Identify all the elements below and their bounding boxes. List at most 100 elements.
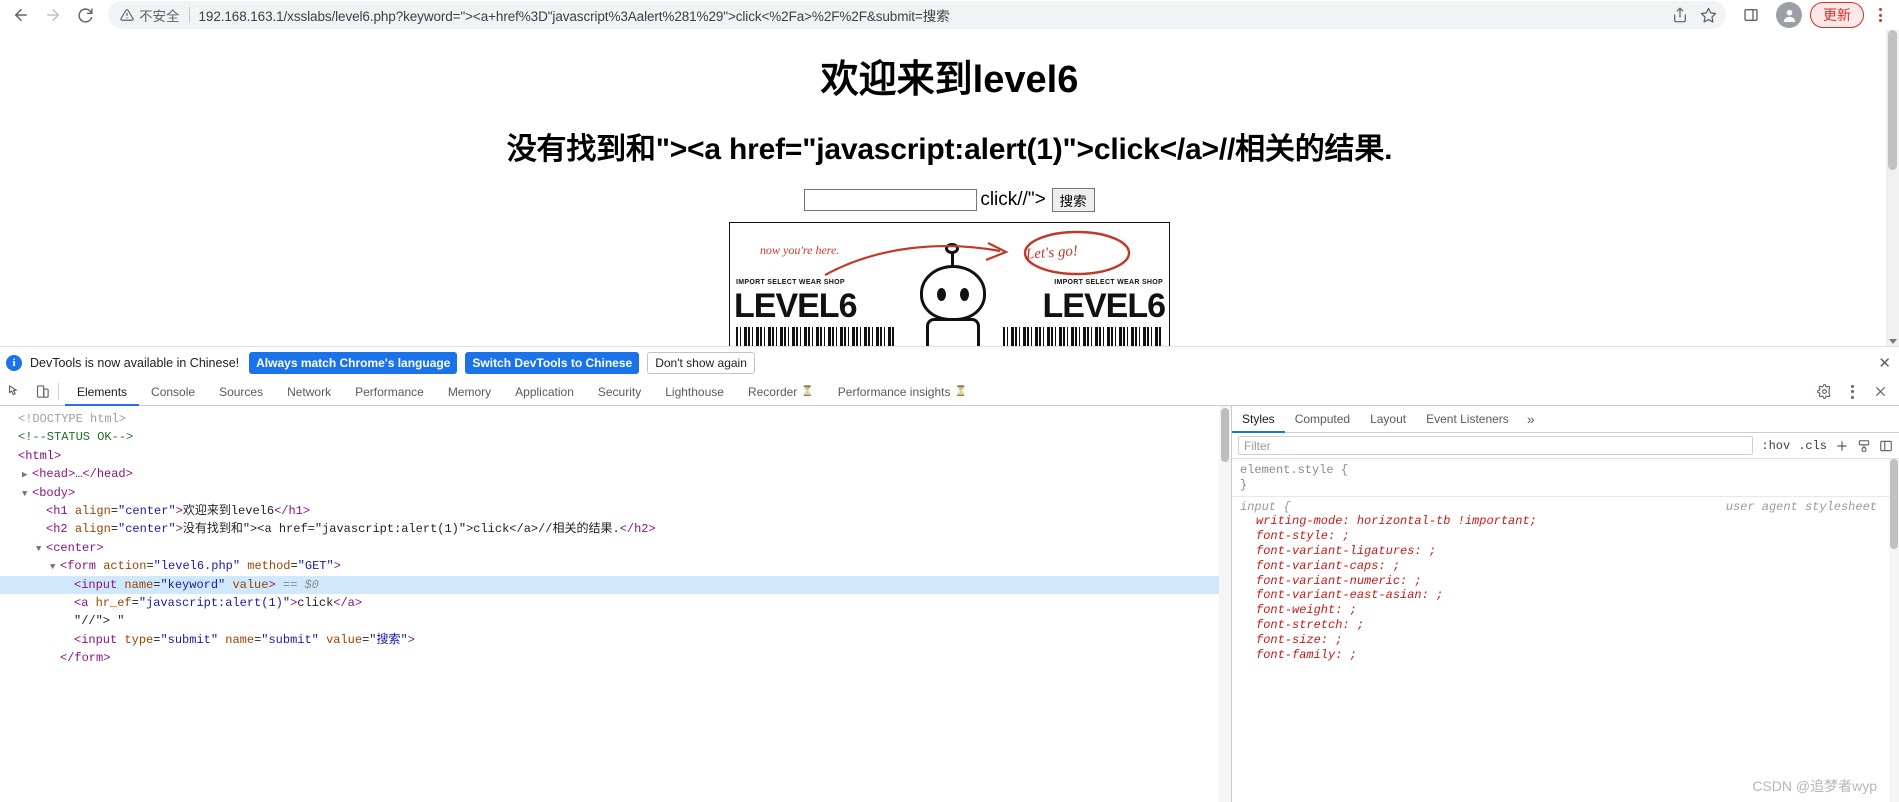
forward-arrow-icon[interactable] [38, 0, 68, 30]
warning-triangle-icon [120, 8, 134, 22]
search-submit-button[interactable]: 搜索 [1051, 187, 1095, 212]
share-icon[interactable] [1666, 1, 1694, 29]
toggle-sidebar-icon[interactable] [1879, 439, 1893, 453]
styles-filter-input[interactable]: Filter [1238, 436, 1754, 455]
dom-tree-line[interactable]: <!DOCTYPE html> [8, 410, 1231, 428]
update-button[interactable]: 更新 [1810, 2, 1864, 28]
page-scrollbar-thumb[interactable] [1888, 30, 1897, 170]
styles-scrollbar-thumb[interactable] [1890, 459, 1898, 549]
css-declaration[interactable]: font-variant-ligatures: ; [1240, 544, 1899, 559]
star-icon[interactable] [1694, 1, 1722, 29]
experiment-badge-icon-2: ⏳ [954, 386, 967, 397]
injected-text: click//"> [980, 188, 1046, 210]
devtools-main: <!DOCTYPE html> <!--STATUS OK--> <html> ▶ <h… [0, 406, 1899, 802]
css-declaration[interactable]: font-style: ; [1240, 529, 1899, 544]
inspect-element-icon[interactable] [0, 378, 28, 405]
dont-show-again-button[interactable]: Don't show again [647, 351, 755, 374]
plus-icon[interactable] [1835, 439, 1849, 453]
tab-console[interactable]: Console [139, 378, 207, 405]
security-label: 不安全 [139, 9, 180, 24]
update-button-label: 更新 [1823, 7, 1851, 23]
scroll-down-arrow-icon[interactable] [1889, 339, 1897, 344]
tab-memory[interactable]: Memory [436, 378, 503, 405]
dom-tree-line[interactable]: <!--STATUS OK--> [8, 428, 1231, 446]
device-toolbar-icon[interactable] [28, 378, 56, 405]
dom-tree-line[interactable]: <input type="submit" name="submit" value… [8, 631, 1231, 649]
url-text[interactable]: 192.168.163.1/xsslabs/level6.php?keyword… [199, 5, 1667, 25]
close-icon[interactable]: ✕ [1878, 354, 1891, 372]
css-rule[interactable]: input {user agent stylesheet writing-mode… [1240, 500, 1899, 663]
tab-application[interactable]: Application [503, 378, 586, 405]
tab-performance-insights[interactable]: Performance insights ⏳ [826, 378, 979, 405]
hov-toggle[interactable]: :hov [1761, 439, 1790, 453]
styles-tab-layout[interactable]: Layout [1360, 406, 1416, 432]
reload-icon[interactable] [70, 0, 100, 30]
side-panel-icon[interactable] [1736, 0, 1766, 30]
dom-tree-line[interactable]: <a hr_ef="javascript:alert(1)">click</a> [8, 594, 1231, 612]
tab-security-label: Security [597, 384, 642, 399]
devtools-kebab-icon[interactable] [1839, 384, 1865, 399]
dom-tree-line[interactable]: </form> [8, 649, 1231, 667]
color-picker-icon[interactable] [1857, 439, 1871, 453]
dom-tree-line[interactable]: ▼ <body> [8, 484, 1231, 502]
css-declaration[interactable]: font-variant-caps: ; [1240, 559, 1899, 574]
annotation-lets-go: Let's go! [1025, 243, 1079, 263]
tab-sources[interactable]: Sources [207, 378, 275, 405]
gear-icon[interactable] [1811, 384, 1837, 399]
dom-tree-line[interactable]: ▼ <form action="level6.php" method="GET"> [8, 557, 1231, 575]
kebab-menu-icon[interactable] [1867, 2, 1893, 28]
dom-tree-line[interactable]: <html> [8, 447, 1231, 465]
page-scrollbar[interactable] [1886, 30, 1899, 346]
css-declaration[interactable]: font-weight: ; [1240, 603, 1899, 618]
css-declaration[interactable]: font-stretch: ; [1240, 618, 1899, 633]
css-rule-selector: element.style { [1240, 463, 1349, 477]
css-declaration[interactable]: writing-mode: horizontal-tb !important; [1240, 514, 1899, 529]
search-form: click//"> 搜索 [0, 187, 1899, 212]
dom-tree-line[interactable]: <h2 align="center">没有找到和"><a href="javas… [8, 520, 1231, 538]
dom-tree-line[interactable]: ▶ <head>…</head> [8, 465, 1231, 483]
tab-network[interactable]: Network [275, 378, 343, 405]
styles-scrollbar[interactable] [1889, 459, 1899, 802]
tab-elements[interactable]: Elements [65, 378, 140, 406]
tab-memory-label: Memory [447, 384, 492, 399]
tab-recorder[interactable]: Recorder ⏳ [736, 378, 826, 405]
keyword-input[interactable] [804, 188, 978, 211]
styles-rules-body[interactable]: element.style {} input {user agent styles… [1232, 459, 1899, 662]
back-arrow-icon[interactable] [6, 0, 36, 30]
styles-tab-computed[interactable]: Computed [1285, 406, 1360, 432]
security-chip[interactable]: 不安全 [120, 5, 180, 25]
tab-security[interactable]: Security [586, 378, 653, 405]
css-declaration[interactable]: font-size: ; [1240, 633, 1899, 648]
styles-filter-bar: Filter :hov .cls [1232, 433, 1899, 459]
switch-devtools-language-button[interactable]: Switch DevTools to Chinese [465, 351, 640, 374]
css-declaration[interactable]: font-variant-east-asian: ; [1240, 588, 1899, 603]
dom-tree-line[interactable]: <input name="keyword" value> == $0 [0, 575, 1223, 594]
tab-network-label: Network [287, 384, 332, 399]
dom-tree-line[interactable]: "//"> " [8, 612, 1231, 630]
css-rule[interactable]: element.style {} [1240, 463, 1899, 493]
close-devtools-icon[interactable] [1867, 385, 1893, 398]
always-match-language-button[interactable]: Always match Chrome's language [249, 351, 458, 374]
cls-toggle[interactable]: .cls [1798, 439, 1827, 453]
styles-tab-event-listeners[interactable]: Event Listeners [1416, 406, 1519, 432]
tab-lighthouse[interactable]: Lighthouse [653, 378, 736, 405]
dom-tree[interactable]: <!DOCTYPE html> <!--STATUS OK--> <html> ▶ <h… [0, 406, 1231, 667]
tab-performance[interactable]: Performance [343, 378, 436, 405]
dom-scrollbar[interactable] [1219, 406, 1231, 802]
css-declaration[interactable]: font-family: ; [1240, 648, 1899, 663]
styles-tab-event-listeners-label: Event Listeners [1426, 412, 1509, 426]
css-rule-source: user agent stylesheet [1725, 499, 1877, 514]
styles-tab-styles[interactable]: Styles [1232, 406, 1285, 433]
styles-tab-styles-label: Styles [1242, 412, 1275, 426]
address-bar[interactable]: 不安全 192.168.163.1/xsslabs/level6.php?key… [108, 1, 1726, 29]
tab-sources-label: Sources [219, 384, 264, 399]
styles-tabbar: Styles Computed Layout Event Listeners » [1232, 406, 1899, 433]
devtools-tabbar: Elements Console Sources Network Perform… [0, 378, 1899, 406]
page-content: 欢迎来到level6 没有找到和"><a href="javascript:al… [0, 30, 1899, 346]
profile-avatar-icon[interactable] [1776, 2, 1802, 28]
dom-tree-line[interactable]: <h1 align="center">欢迎来到level6</h1> [8, 502, 1231, 520]
dom-scrollbar-thumb[interactable] [1221, 408, 1229, 462]
dom-tree-line[interactable]: ▼ <center> [8, 539, 1231, 557]
styles-more-tabs-icon[interactable]: » [1519, 406, 1543, 432]
css-declaration[interactable]: font-variant-numeric: ; [1240, 574, 1899, 589]
